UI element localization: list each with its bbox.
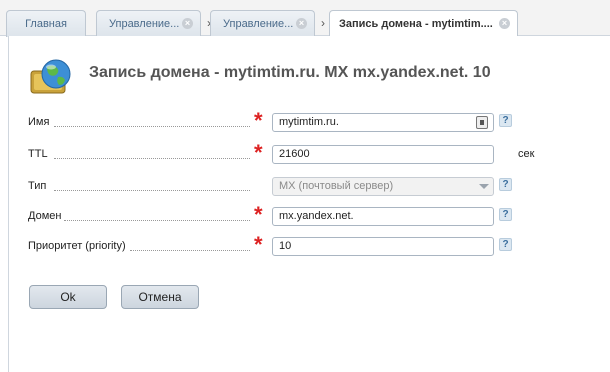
ok-button[interactable]: Ok bbox=[29, 285, 107, 309]
form-row-type: Тип MX (почтовый сервер) ? bbox=[28, 177, 548, 197]
type-select[interactable]: MX (почтовый сервер) bbox=[272, 177, 494, 196]
required-icon: * bbox=[254, 140, 263, 165]
help-icon[interactable]: ? bbox=[499, 208, 512, 221]
ttl-value: 21600 bbox=[279, 148, 310, 160]
priority-label: Приоритет (priority) bbox=[28, 240, 126, 252]
name-value: mytimtim.ru. bbox=[279, 116, 339, 128]
name-label: Имя bbox=[28, 116, 50, 128]
priority-value: 10 bbox=[279, 240, 292, 252]
tab-domain-record[interactable]: Запись домена - mytimtim.... × bbox=[329, 10, 518, 37]
help-icon[interactable]: ? bbox=[499, 114, 512, 127]
chevron-down-icon bbox=[479, 184, 489, 189]
label-leader bbox=[130, 250, 250, 251]
type-value: MX (почтовый сервер) bbox=[279, 180, 394, 192]
priority-input[interactable]: 10 bbox=[272, 237, 494, 256]
form-row-ttl: TTL * 21600 сек bbox=[28, 140, 548, 165]
label-leader bbox=[54, 190, 250, 191]
content-panel bbox=[8, 36, 610, 372]
tab-management-1[interactable]: Управление... × › bbox=[96, 10, 211, 37]
help-icon[interactable]: ? bbox=[499, 238, 512, 251]
form-row-priority: Приоритет (priority) * 10 ? bbox=[28, 232, 548, 257]
tab-label: Управление... bbox=[223, 18, 294, 30]
cancel-button[interactable]: Отмена bbox=[121, 285, 199, 309]
ttl-unit: сек bbox=[518, 148, 535, 160]
form-row-domain: Домен * mx.yandex.net. ? bbox=[28, 202, 548, 227]
required-icon: * bbox=[254, 108, 263, 133]
label-leader bbox=[64, 220, 250, 221]
ttl-input[interactable]: 21600 bbox=[272, 145, 494, 164]
globe-icon bbox=[30, 59, 71, 94]
tab-home[interactable]: Главная bbox=[6, 10, 86, 37]
keyboard-icon[interactable] bbox=[476, 116, 488, 129]
tab-management-2[interactable]: Управление... × › bbox=[210, 10, 325, 37]
page-title: Запись домена - mytimtim.ru. MX mx.yande… bbox=[89, 64, 491, 81]
label-leader bbox=[54, 158, 250, 159]
close-icon[interactable]: × bbox=[182, 18, 193, 29]
form-row-name: Имя * mytimtim.ru. ? bbox=[28, 108, 548, 133]
close-icon[interactable]: × bbox=[499, 18, 510, 29]
required-icon: * bbox=[254, 202, 263, 227]
label-leader bbox=[54, 126, 250, 127]
name-input[interactable]: mytimtim.ru. bbox=[272, 113, 494, 132]
close-icon[interactable]: × bbox=[296, 18, 307, 29]
tab-label: Управление... bbox=[109, 18, 180, 30]
help-icon[interactable]: ? bbox=[499, 178, 512, 191]
tab-label: Запись домена - mytimtim.... bbox=[339, 18, 493, 30]
domain-label: Домен bbox=[28, 210, 62, 222]
required-icon: * bbox=[254, 232, 263, 257]
domain-input[interactable]: mx.yandex.net. bbox=[272, 207, 494, 226]
tab-label: Главная bbox=[25, 18, 67, 30]
chevron-right-icon: › bbox=[321, 16, 325, 30]
ttl-label: TTL bbox=[28, 148, 48, 160]
tab-bar: Главная Управление... × › Управление... … bbox=[0, 0, 610, 37]
domain-value: mx.yandex.net. bbox=[279, 210, 354, 222]
type-label: Тип bbox=[28, 180, 47, 192]
